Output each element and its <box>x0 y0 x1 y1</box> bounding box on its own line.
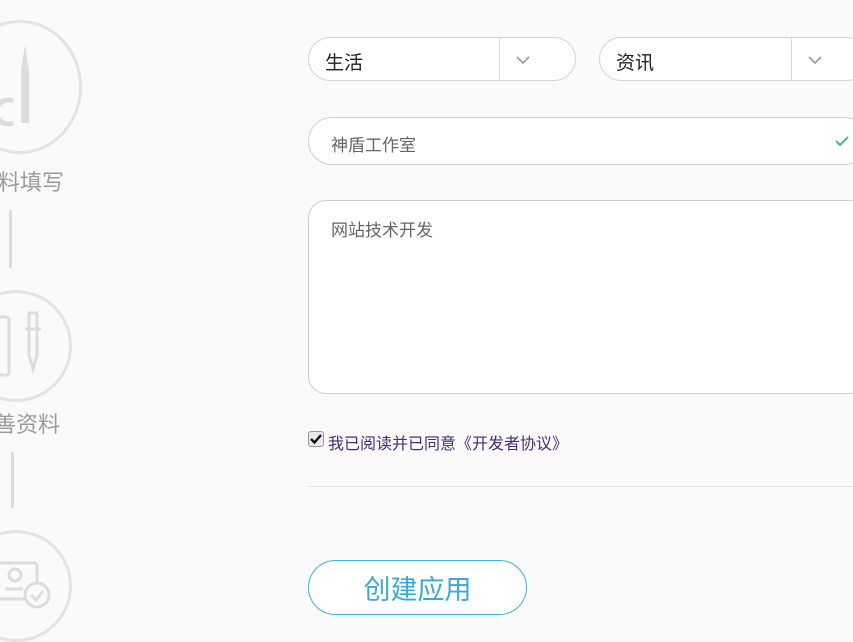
step-2-circle <box>0 290 72 402</box>
subcategory-select-value: 资讯 <box>616 52 655 74</box>
certificate-check-icon <box>0 561 51 609</box>
create-app-button[interactable]: 创建应用 <box>308 560 527 615</box>
company-name-value: 神盾工作室 <box>331 136 416 156</box>
category-select-value: 生活 <box>325 52 364 74</box>
agreement-label[interactable]: 我已阅读并已同意《开发者协议》 <box>328 430 568 454</box>
divider <box>308 486 853 487</box>
step-2-label: 善资料 <box>0 413 61 438</box>
agreement-checkbox[interactable] <box>308 431 324 447</box>
valid-check-icon <box>835 136 849 147</box>
pen-icon <box>0 45 29 127</box>
description-textarea[interactable]: 网站技术开发 <box>308 200 853 394</box>
step-1-circle <box>0 20 82 154</box>
description-value: 网站技术开发 <box>331 221 433 241</box>
step-1-label: 料填写 <box>0 171 65 196</box>
company-name-input[interactable]: 神盾工作室 <box>308 117 853 165</box>
category-select[interactable]: 生活 <box>308 37 576 81</box>
step-connector <box>9 210 12 268</box>
document-pen-icon <box>0 311 41 377</box>
select-divider <box>791 38 792 80</box>
subcategory-select[interactable]: 资讯 <box>599 37 853 81</box>
select-divider <box>499 38 500 80</box>
step-connector <box>11 452 14 508</box>
step-3-circle <box>0 530 72 642</box>
chevron-down-icon[interactable] <box>807 52 823 68</box>
checkmark-icon <box>310 434 322 445</box>
chevron-down-icon[interactable] <box>515 52 531 68</box>
